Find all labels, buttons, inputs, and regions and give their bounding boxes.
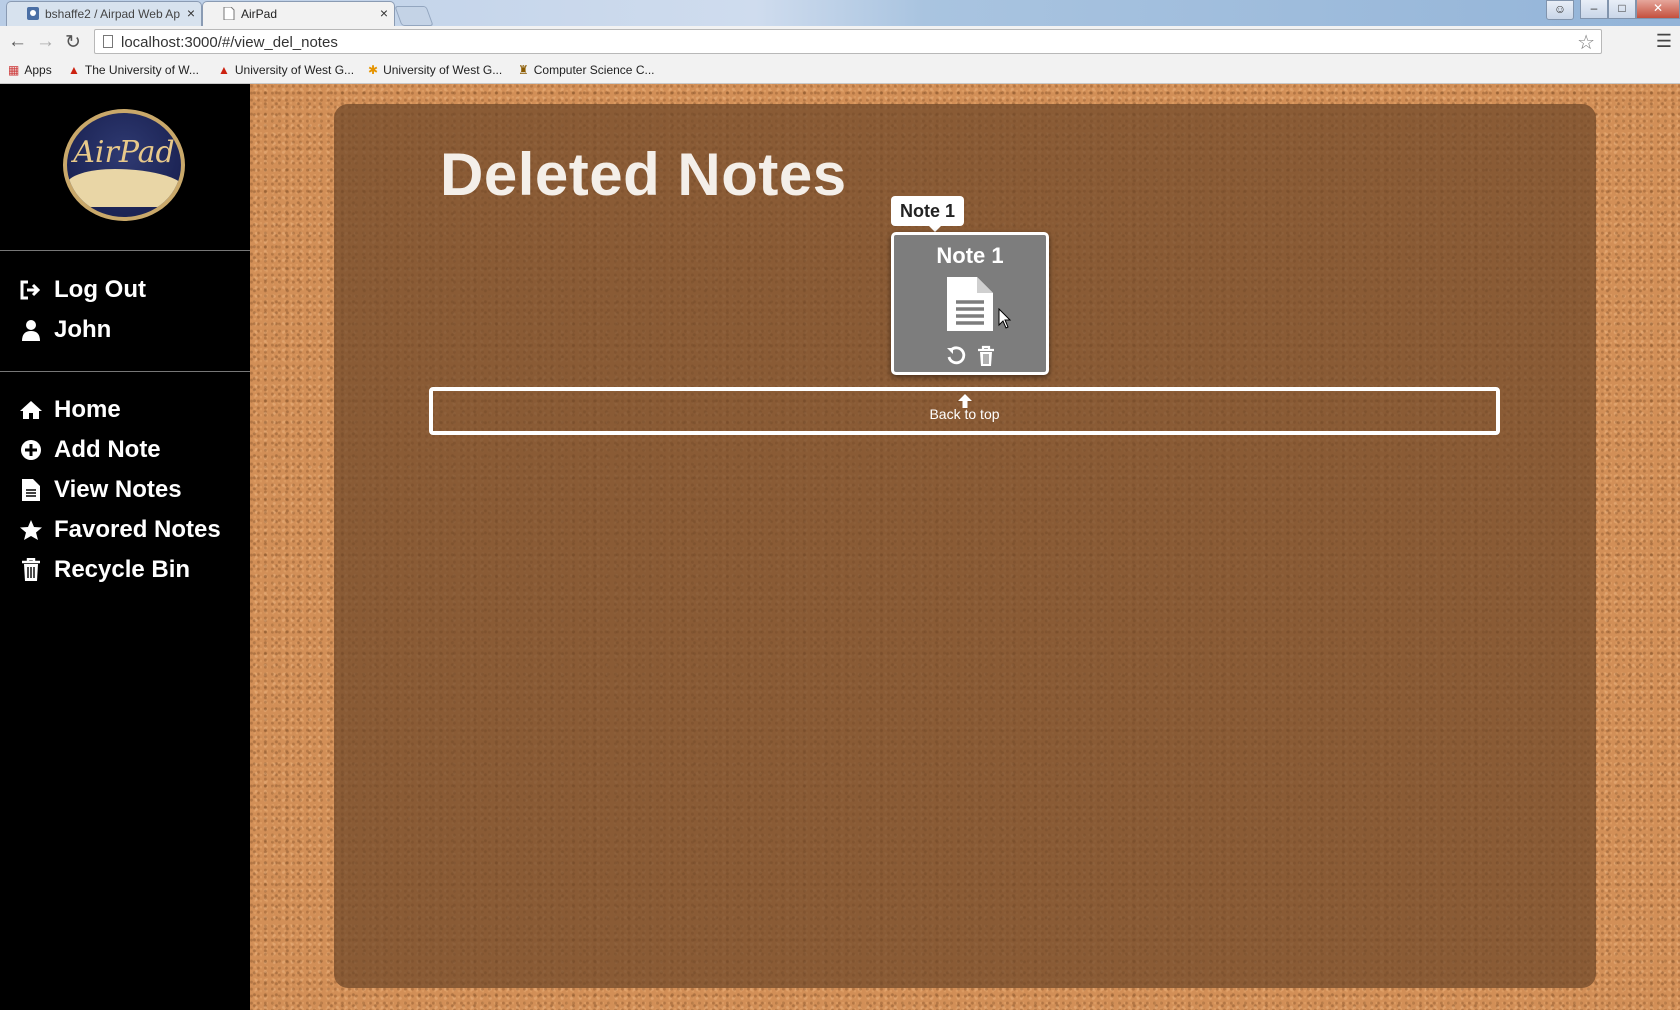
note-title: Note 1 [936,243,1004,268]
sidebar-item-add-note[interactable]: Add Note [18,436,161,464]
star-icon [20,520,42,540]
url-text: localhost:3000/#/view_del_notes [121,34,338,51]
sidebar-item-user[interactable]: John [18,316,111,344]
close-window-button[interactable]: ✕ [1636,0,1680,19]
sidebar-item-label: Log Out [54,276,146,303]
home-icon [20,401,42,419]
logo-text: AirPad [73,135,175,170]
maximize-button[interactable]: □ [1608,0,1636,19]
github-favicon-icon [27,7,39,20]
profile-icon[interactable]: ☺ [1546,0,1574,20]
mouse-cursor-icon [998,308,1012,329]
reload-icon[interactable]: ↻ [65,31,81,54]
bookmark-label: The University of W... [84,63,199,77]
bookmark-item[interactable]: ♜ Computer Science C... [518,63,654,77]
page-favicon-icon [223,7,235,20]
bookmark-item[interactable]: ▲ The University of W... [68,63,199,77]
bookmark-apps[interactable]: ▦ Apps [8,63,52,77]
sidebar-item-home[interactable]: Home [18,396,121,424]
tab-close-icon[interactable]: × [380,5,388,21]
back-to-top-button[interactable]: Back to top [429,387,1500,435]
sidebar-divider [0,250,250,251]
browser-toolbar: ← → ↻ localhost:3000/#/view_del_notes ☆ … [0,26,1680,59]
sidebar-item-recycle-bin[interactable]: Recycle Bin [18,556,190,584]
grad-cap-icon: ♜ [518,63,529,77]
bookmarks-bar: ▦ Apps ▲ The University of W... ▲ Universit… [0,59,1680,84]
wolf-icon: ▲ [68,63,80,77]
restore-icon[interactable] [945,345,967,367]
note-card[interactable]: Note 1 [891,232,1049,375]
document-icon [22,479,40,501]
airpad-logo[interactable]: AirPad [63,109,185,221]
address-bar[interactable]: localhost:3000/#/view_del_notes ☆ [94,29,1602,54]
bookmark-label: Apps [24,63,52,77]
sidebar-item-label: Add Note [54,436,161,463]
back-arrow-icon[interactable]: ← [8,31,27,53]
sidebar-divider [0,371,250,372]
sidebar-item-view-notes[interactable]: View Notes [18,476,182,504]
forward-arrow-icon[interactable]: → [36,31,55,53]
logo-wave [67,169,181,207]
back-to-top-label: Back to top [929,406,1000,422]
bookmark-label: University of West G... [383,63,503,77]
note-tooltip: Note 1 [891,196,965,232]
trash-icon [22,558,40,581]
menu-icon[interactable]: ☰ [1656,31,1672,52]
tab-close-icon[interactable]: × [187,5,195,21]
sidebar-item-favored-notes[interactable]: Favored Notes [18,516,221,544]
sidebar-item-label: Recycle Bin [54,556,191,583]
sidebar-item-label: John [54,316,112,343]
bookmark-label: Computer Science C... [533,63,655,77]
browser-tab-airpad[interactable]: AirPad × [202,1,395,26]
window-controls: ☺ – □ ✕ [1546,0,1680,20]
bookmark-label: University of West G... [234,63,355,77]
apps-grid-icon: ▦ [8,63,20,77]
user-icon [22,320,40,341]
minimize-button[interactable]: – [1580,0,1608,19]
wolf-icon: ▲ [218,63,230,77]
tab-title: bshaffe2 / Airpad Web Ap [45,7,180,21]
sidebar-item-label: Favored Notes [54,516,221,543]
sidebar: AirPad Log Out John Home Add Note View N… [0,84,250,1010]
sidebar-item-label: View Notes [54,476,182,503]
asterisk-icon: ✱ [368,63,379,77]
tab-title: AirPad [241,7,278,21]
page-title: Deleted Notes [440,141,847,208]
sidebar-item-log-out[interactable]: Log Out [18,276,146,304]
bookmark-item[interactable]: ✱ University of West G... [368,63,502,77]
bookmark-star-icon[interactable]: ☆ [1577,30,1595,55]
new-tab-button[interactable] [394,6,434,26]
plus-circle-icon [21,440,41,460]
document-icon [947,277,993,331]
sidebar-item-label: Home [54,396,121,423]
browser-tab-github[interactable]: bshaffe2 / Airpad Web Ap × [6,1,202,26]
bookmark-item[interactable]: ▲ University of West G... [218,63,354,77]
page-icon [103,35,113,48]
browser-tab-strip: bshaffe2 / Airpad Web Ap × AirPad × ☺ – … [0,0,1680,26]
sign-out-icon [20,280,41,300]
delete-icon[interactable] [975,345,997,367]
